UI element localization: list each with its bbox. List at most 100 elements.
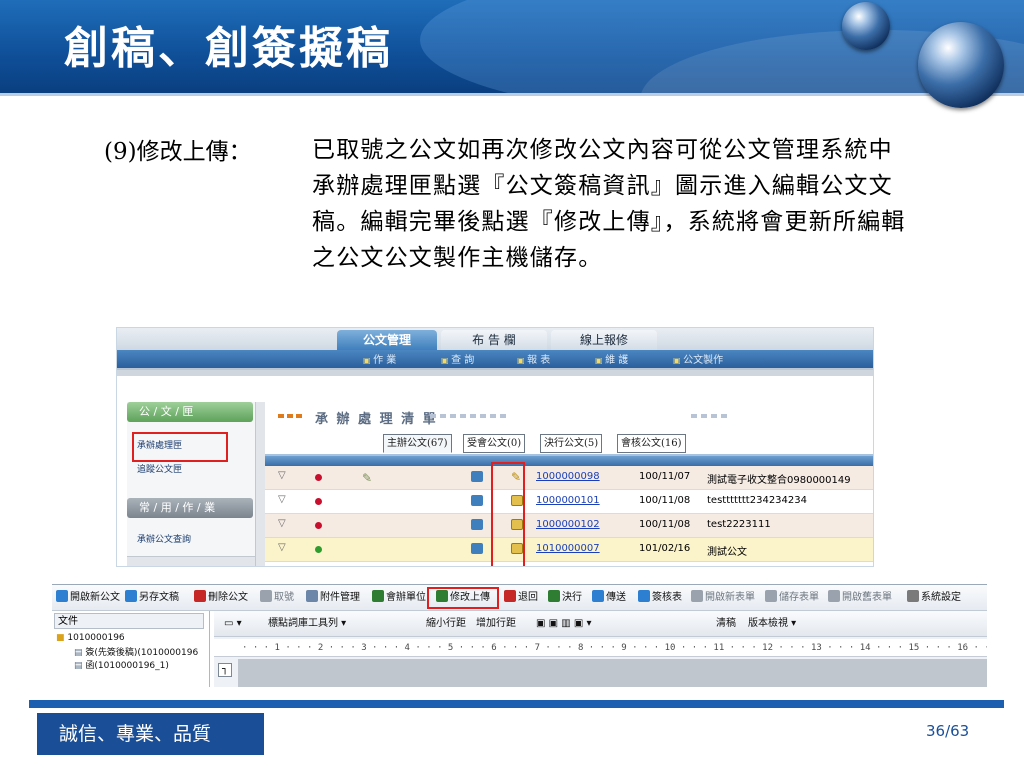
decrease-line-spacing-button[interactable]: 縮小行距	[426, 616, 466, 632]
sub-menu-maintenance[interactable]: 維 護	[595, 351, 628, 366]
table-row[interactable]: ▽ 1000000102 100/11/08 test2223111	[265, 514, 873, 538]
status-dot	[315, 546, 322, 553]
mail-icon[interactable]	[471, 471, 483, 482]
save-as-button[interactable]: 另存文稿	[125, 590, 179, 606]
pencil-icon[interactable]: ✎	[362, 471, 372, 485]
tree-root[interactable]: ■ 1010000196	[56, 633, 125, 643]
document-system-screenshot: 公文管理 布 告 欄 線上報修 作 業 查 詢 報 表 維 護 公文製作 公 /…	[116, 327, 874, 567]
sidebar-item-tracking-box[interactable]: 追蹤公文匣	[137, 462, 182, 475]
sidebar-group-common-tasks[interactable]: 常 / 用 / 作 / 業	[127, 498, 253, 518]
status-dot	[315, 498, 322, 505]
tree-item-letter[interactable]: ▤ 函(1010000196_1)	[74, 658, 169, 671]
doc-number-link[interactable]: 1000000101	[536, 495, 600, 506]
ruler: · · · 1 · · · 2 · · · 3 · · · 4 · · · 5 …	[214, 639, 987, 657]
list-title: 承 辦 處 理 清 單	[315, 412, 438, 427]
approve-button[interactable]: 決行	[548, 590, 582, 606]
clean-copy-button[interactable]: 清稿	[716, 616, 736, 632]
button-label: 傳送	[606, 592, 626, 603]
doc-subject: testtttttt234234234	[707, 495, 807, 506]
button-label: 開啟新公文	[70, 592, 120, 603]
document-icon: ▤	[74, 661, 83, 671]
button-label: 清稿	[716, 618, 736, 629]
tab-main-documents[interactable]: 主辦公文(67)	[383, 434, 452, 453]
button-label: 刪除公文	[208, 592, 248, 603]
sidebar-horizontal-scrollbar[interactable]	[127, 556, 255, 566]
co-unit-button[interactable]: 會辦單位	[372, 590, 426, 606]
footer-motto: 誠信、專業、品質	[37, 713, 264, 755]
sub-menu-doc-production[interactable]: 公文製作	[673, 351, 723, 366]
open-form-icon	[828, 590, 840, 602]
button-label: 取號	[274, 592, 294, 603]
margin-marker[interactable]: ┐	[218, 663, 232, 677]
document-tree-panel: 文件 ■ 1010000196 ▤ 簽(先簽後稿)(1010000196 ▤ 函…	[52, 611, 210, 687]
document-canvas[interactable]	[238, 659, 987, 687]
system-settings-button[interactable]: 系統設定	[907, 590, 961, 606]
delete-document-button[interactable]: 刪除公文	[194, 590, 248, 606]
return-button[interactable]: 退回	[504, 590, 538, 606]
nav-divider	[117, 370, 873, 376]
sign-sheet-icon	[638, 590, 650, 602]
sidebar-item-document-query[interactable]: 承辦公文查詢	[137, 532, 191, 545]
sub-menu-reports[interactable]: 報 表	[517, 351, 550, 366]
sub-menu-operations[interactable]: 作 業	[363, 351, 396, 366]
attachment-button[interactable]: 附件管理	[306, 590, 360, 606]
table-row[interactable]: ▽ ✎ ✎ 1000000098 100/11/07 測試電子收文整合09800…	[265, 466, 873, 490]
take-number-button[interactable]: 取號	[260, 590, 294, 606]
doc-subject: 測試公文	[707, 547, 747, 558]
flag-icon[interactable]: ▽	[278, 518, 286, 529]
print-icon[interactable]: ▭ ▾	[224, 616, 242, 632]
save-form-button[interactable]: 儲存表單	[765, 590, 819, 606]
format-tools-icon[interactable]: ▣ ▣ ▥ ▣ ▾	[536, 616, 592, 632]
tab-review-documents[interactable]: 會核公文(16)	[617, 434, 686, 453]
editor-area: ▭ ▾ 標點詞庫工具列 ▾ 縮小行距 增加行距 ▣ ▣ ▥ ▣ ▾ 清稿 版本檢…	[214, 611, 987, 687]
number-icon	[260, 590, 272, 602]
doc-date: 100/11/08	[639, 495, 691, 506]
tab-documents[interactable]: 文件	[54, 613, 204, 629]
tree-item-draft[interactable]: ▤ 簽(先簽後稿)(1010000196	[74, 645, 198, 658]
tab-co-documents[interactable]: 受會公文(0)	[463, 434, 526, 453]
version-view-button[interactable]: 版本檢視 ▾	[748, 616, 796, 632]
button-label: 決行	[562, 592, 582, 603]
table-row[interactable]: ▽ 1000000101 100/11/08 testtttttt2342342…	[265, 490, 873, 514]
doc-date: 100/11/08	[639, 519, 691, 530]
table-header	[265, 454, 873, 466]
mail-icon[interactable]	[471, 495, 483, 506]
nav-tab-bulletin[interactable]: 布 告 欄	[441, 330, 547, 350]
step-label: (9)修改上傳：	[104, 139, 252, 165]
title-divider	[0, 93, 1024, 96]
doc-number-link[interactable]: 1000000102	[536, 519, 600, 530]
folder-icon: ■	[56, 633, 65, 643]
nav-tab-repair[interactable]: 線上報修	[551, 330, 657, 350]
flag-icon[interactable]: ▽	[278, 542, 286, 553]
doc-number-link[interactable]: 1000000098	[536, 471, 600, 482]
delete-icon	[194, 590, 206, 602]
flag-icon[interactable]: ▽	[278, 470, 286, 481]
increase-line-spacing-button[interactable]: 增加行距	[476, 616, 516, 632]
sign-sheet-button[interactable]: 簽核表	[638, 590, 682, 606]
mail-icon[interactable]	[471, 519, 483, 530]
open-form-button[interactable]: 開啟舊表單	[828, 590, 892, 606]
format-toolbar: ▭ ▾ 標點詞庫工具列 ▾ 縮小行距 增加行距 ▣ ▣ ▥ ▣ ▾ 清稿 版本檢…	[214, 611, 987, 637]
flag-icon[interactable]: ▽	[278, 494, 286, 505]
new-form-button[interactable]: 開啟新表單	[691, 590, 755, 606]
tree-root-label: 1010000196	[67, 633, 125, 643]
orb-decoration-small	[842, 2, 890, 50]
doc-number-link[interactable]: 1010000007	[536, 543, 600, 554]
sub-menu-query[interactable]: 查 詢	[441, 351, 474, 366]
punctuation-toolbar-button[interactable]: 標點詞庫工具列 ▾	[268, 616, 346, 632]
nav-tab-document-management[interactable]: 公文管理	[337, 330, 437, 350]
new-document-button[interactable]: 開啟新公文	[56, 590, 120, 606]
title-decoration	[278, 414, 302, 418]
send-button[interactable]: 傳送	[592, 590, 626, 606]
step-description: 已取號之公文如再次修改公文內容可從公文管理系統中承辦處理匣點選『公文簽稿資訊』圖…	[312, 137, 906, 271]
mail-icon[interactable]	[471, 543, 483, 554]
slide-title: 創稿、創簽擬稿	[64, 23, 393, 74]
sidebar-group-document-box[interactable]: 公 / 文 / 匣	[127, 402, 253, 422]
table-row[interactable]: ▽ 1010000007 101/02/16 測試公文	[265, 538, 873, 562]
button-label: 附件管理	[320, 592, 360, 603]
sidebar-scrollbar[interactable]	[255, 402, 265, 566]
orb-decoration-large	[918, 22, 1004, 108]
tab-decision-documents[interactable]: 決行公文(5)	[540, 434, 603, 453]
send-icon	[592, 590, 604, 602]
save-as-icon	[125, 590, 137, 602]
